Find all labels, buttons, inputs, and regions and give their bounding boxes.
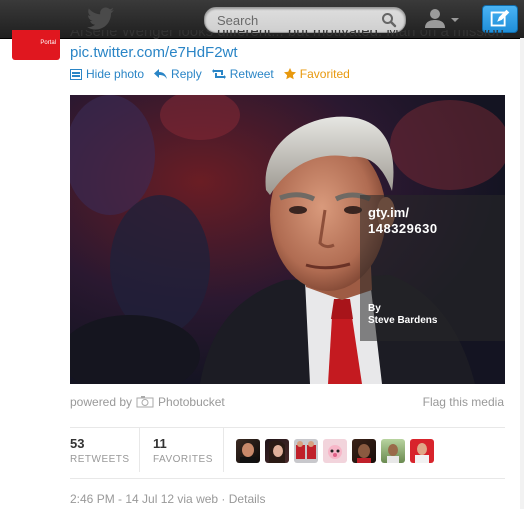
retweet-icon xyxy=(211,69,226,79)
favorite-button[interactable]: Favorited xyxy=(283,67,350,81)
avatar[interactable] xyxy=(323,439,347,463)
retweets-label: RETWEETS xyxy=(70,454,130,465)
tweet-meta: 2:46 PM - 14 Jul 12 via web · Details xyxy=(70,492,265,506)
hide-photo-label: Hide photo xyxy=(86,67,145,81)
flag-media-link[interactable]: Flag this media xyxy=(423,395,504,409)
tweet-photo[interactable]: gty.im/ 148329630 By Steve Bardens xyxy=(70,95,505,384)
star-icon xyxy=(283,68,296,80)
search-input[interactable] xyxy=(217,11,377,29)
avatar[interactable] xyxy=(265,439,289,463)
avatar[interactable] xyxy=(236,439,260,463)
user-icon[interactable] xyxy=(421,6,465,32)
powered-by-label: powered by xyxy=(70,395,133,409)
stat-separator xyxy=(223,428,224,472)
tweet-actions: Hide photo Reply Retweet Favorited xyxy=(70,66,360,82)
search-icon[interactable] xyxy=(381,12,397,28)
photo-watermark: gty.im/ 148329630 By Steve Bardens xyxy=(360,195,505,341)
stat-separator xyxy=(139,428,140,472)
avatar[interactable] xyxy=(381,439,405,463)
hide-photo-button[interactable]: Hide photo xyxy=(70,67,144,81)
scrollbar[interactable] xyxy=(520,38,524,509)
photo-icon xyxy=(70,68,82,80)
divider xyxy=(70,478,505,479)
tweet-media-link[interactable]: pic.twitter.com/e7HdF2wt xyxy=(70,44,238,61)
divider xyxy=(70,427,505,428)
meta-separator: · xyxy=(221,492,226,506)
watermark-by: By xyxy=(368,303,381,314)
twitter-bird-icon[interactable] xyxy=(86,6,116,32)
compose-button[interactable] xyxy=(482,5,518,33)
reply-button[interactable]: Reply xyxy=(154,67,202,81)
camera-icon xyxy=(136,396,154,408)
retweet-label: Retweet xyxy=(229,67,274,81)
avatar[interactable] xyxy=(294,439,318,463)
compose-icon xyxy=(490,9,510,27)
avatar[interactable] xyxy=(410,439,434,463)
favorites-stat[interactable]: 11 FAVORITES xyxy=(153,436,213,465)
watermark-photographer: Steve Bardens xyxy=(368,315,438,326)
retweets-stat[interactable]: 53 RETWEETS xyxy=(70,436,130,465)
reply-label: Reply xyxy=(171,67,202,81)
details-link[interactable]: Details xyxy=(229,492,266,506)
powered-by: powered by Photobucket xyxy=(70,395,225,409)
tweet-text-content: Arsene Wenger looks different... but mot… xyxy=(70,30,504,40)
watermark-site: gty.im/ xyxy=(368,205,409,220)
tweet-text: Arsene Wenger looks different... but mot… xyxy=(70,30,510,40)
tweet-timestamp[interactable]: 2:46 PM - 14 Jul 12 via web xyxy=(70,492,218,506)
favoriters-avatars xyxy=(236,439,439,463)
favorited-label: Favorited xyxy=(299,67,350,81)
avatar[interactable] xyxy=(352,439,376,463)
avatar[interactable]: Portal xyxy=(12,30,60,60)
retweet-button[interactable]: Retweet xyxy=(211,67,274,81)
watermark-id: 148329630 xyxy=(368,221,438,236)
reply-icon xyxy=(154,69,168,79)
retweets-count: 53 xyxy=(70,436,85,451)
avatar-label: Portal xyxy=(40,40,56,46)
favorites-count: 11 xyxy=(153,436,167,451)
provider-name[interactable]: Photobucket xyxy=(158,395,225,409)
favorites-label: FAVORITES xyxy=(153,454,213,465)
